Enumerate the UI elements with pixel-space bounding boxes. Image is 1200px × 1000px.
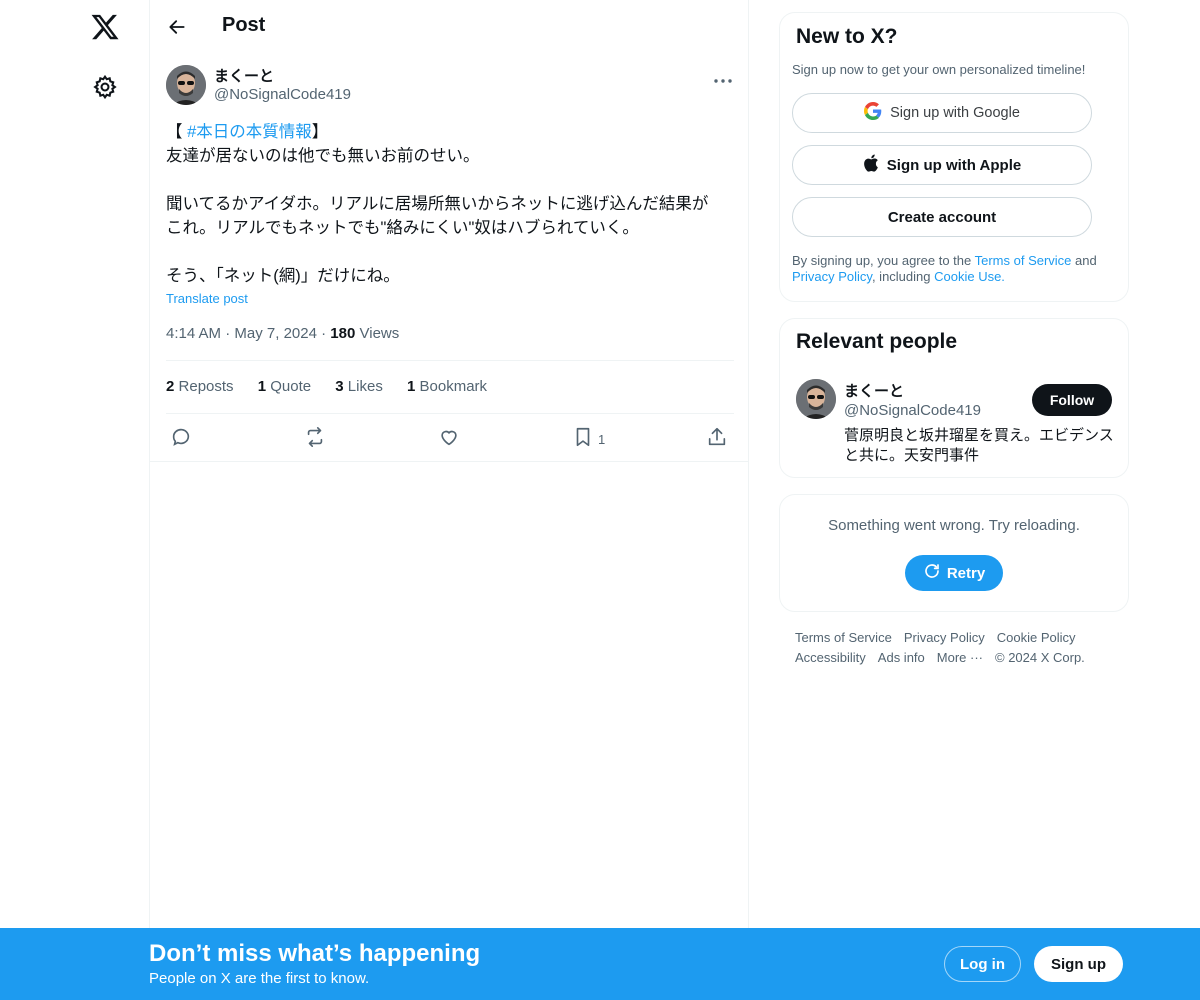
bookmark-count: 1 <box>598 432 606 447</box>
relevant-people-card: Relevant people まくーと @NoSignalCode419 Fo… <box>779 318 1129 478</box>
divider <box>150 461 748 462</box>
footer-more-link[interactable]: More ··· <box>937 650 983 665</box>
signup-apple-label: Sign up with Apple <box>886 156 1022 174</box>
text-bracket-close: 】 <box>311 123 329 141</box>
left-nav <box>0 0 150 1000</box>
share-icon[interactable] <box>706 426 730 450</box>
bookmark-icon[interactable] <box>572 426 596 450</box>
post-line: 聞いてるかアイダホ。リアルに居場所無いからネットに逃げ込んだ結果が <box>166 195 709 213</box>
login-button[interactable]: Log in <box>944 946 1021 982</box>
refresh-icon <box>923 562 941 584</box>
footer-privacy-link[interactable]: Privacy Policy <box>904 630 985 645</box>
bottom-bar-title: Don’t miss what’s happening <box>149 940 481 967</box>
follow-button[interactable]: Follow <box>1032 384 1112 416</box>
divider <box>166 360 734 361</box>
signup-google-button[interactable]: Sign up with Google <box>792 93 1092 133</box>
apple-icon <box>863 154 879 176</box>
main-column: Post まくーと @NoSignalCode419 【 #本日の本質情報】 友… <box>149 0 749 1000</box>
footer-terms-link[interactable]: Terms of Service <box>795 630 892 645</box>
signup-title: New to X? <box>796 25 898 48</box>
views-count: 180 <box>330 325 356 342</box>
post-line: 友達が居ないのは他でも無いお前のせい。 <box>166 147 480 165</box>
post-header: Post <box>150 0 748 54</box>
post-stats: 2 Reposts 1 Quote 3 Likes 1 Bookmark <box>166 378 507 395</box>
post-date[interactable]: May 7, 2024 <box>234 325 317 342</box>
author-name[interactable]: まくーと <box>214 65 274 86</box>
create-account-button[interactable]: Create account <box>792 197 1092 237</box>
translate-link[interactable]: Translate post <box>166 291 248 306</box>
bottom-signup-bar: Don’t miss what’s happening People on X … <box>0 928 1200 1000</box>
signup-google-label: Sign up with Google <box>890 105 1020 121</box>
divider <box>166 413 734 414</box>
gear-icon[interactable] <box>92 74 118 100</box>
back-arrow-icon[interactable] <box>167 17 187 37</box>
google-icon <box>864 102 882 124</box>
terms-link[interactable]: Terms of Service <box>975 253 1072 268</box>
hashtag-link[interactable]: #本日の本質情報 <box>187 123 312 141</box>
like-icon[interactable] <box>438 426 462 450</box>
text-bracket-open: 【 <box>166 123 188 141</box>
legal-text: , including <box>871 269 935 284</box>
more-icon[interactable] <box>712 72 734 83</box>
page-title: Post <box>222 14 266 36</box>
post-actions: 1 <box>150 424 748 452</box>
post-line: そう、「ネット(網)」だけにね。 <box>166 267 400 285</box>
signup-card: New to X? Sign up now to get your own pe… <box>779 12 1129 302</box>
legal-text: and <box>1071 253 1097 268</box>
repost-icon[interactable] <box>304 426 328 450</box>
relevant-title: Relevant people <box>796 330 958 353</box>
error-message: Something went wrong. Try reloading. <box>828 517 1080 534</box>
cookie-link[interactable]: Cookie Use. <box>934 269 1005 284</box>
reply-icon[interactable] <box>170 426 194 450</box>
page: Post まくーと @NoSignalCode419 【 #本日の本質情報】 友… <box>0 0 1200 1000</box>
relevant-avatar[interactable] <box>796 379 836 419</box>
views-label: Views <box>359 325 400 342</box>
post-text: 【 #本日の本質情報】 友達が居ないのは他でも無いお前のせい。 聞いてるかアイダ… <box>166 120 734 288</box>
footer-links: Terms of Service Privacy Policy Cookie Pol… <box>795 628 1125 668</box>
bookmark-stat[interactable]: 1 Bookmark <box>407 378 487 395</box>
bottom-bar-subtitle: People on X are the first to know. <box>149 970 370 987</box>
x-logo-icon[interactable] <box>90 12 120 42</box>
footer-copyright: © 2024 X Corp. <box>995 650 1085 665</box>
privacy-link[interactable]: Privacy Policy <box>792 269 872 284</box>
signup-button[interactable]: Sign up <box>1034 946 1123 982</box>
signup-apple-button[interactable]: Sign up with Apple <box>792 145 1092 185</box>
retry-button[interactable]: Retry <box>905 555 1003 591</box>
legal-text: By signing up, you agree to the <box>792 253 975 268</box>
reposts-stat[interactable]: 2 Reposts <box>166 378 234 395</box>
relevant-bio: 菅原明良と坂井瑠星を買え。エビデンスと共に。天安門事件 <box>844 427 1114 464</box>
signup-subtitle: Sign up now to get your own personalized… <box>792 62 1086 77</box>
likes-stat[interactable]: 3 Likes <box>335 378 383 395</box>
error-card: Something went wrong. Try reloading. Ret… <box>779 494 1129 612</box>
post-meta: 4:14 AM · May 7, 2024 · 180 Views <box>166 325 400 342</box>
post-line: これ。リアルでもネットでも"絡みにくい"奴はハブられていく。 <box>166 219 639 237</box>
signup-legal-text: By signing up, you agree to the Terms of… <box>792 253 1112 285</box>
footer-ads-link[interactable]: Ads info <box>878 650 925 665</box>
footer-cookie-link[interactable]: Cookie Policy <box>997 630 1076 645</box>
footer-accessibility-link[interactable]: Accessibility <box>795 650 866 665</box>
post-time[interactable]: 4:14 AM <box>166 325 221 342</box>
author-avatar[interactable] <box>166 65 206 105</box>
author-handle[interactable]: @NoSignalCode419 <box>214 86 351 103</box>
relevant-name[interactable]: まくーと <box>844 380 904 401</box>
retry-label: Retry <box>946 564 986 582</box>
relevant-handle[interactable]: @NoSignalCode419 <box>844 402 981 419</box>
quote-stat[interactable]: 1 Quote <box>258 378 311 395</box>
